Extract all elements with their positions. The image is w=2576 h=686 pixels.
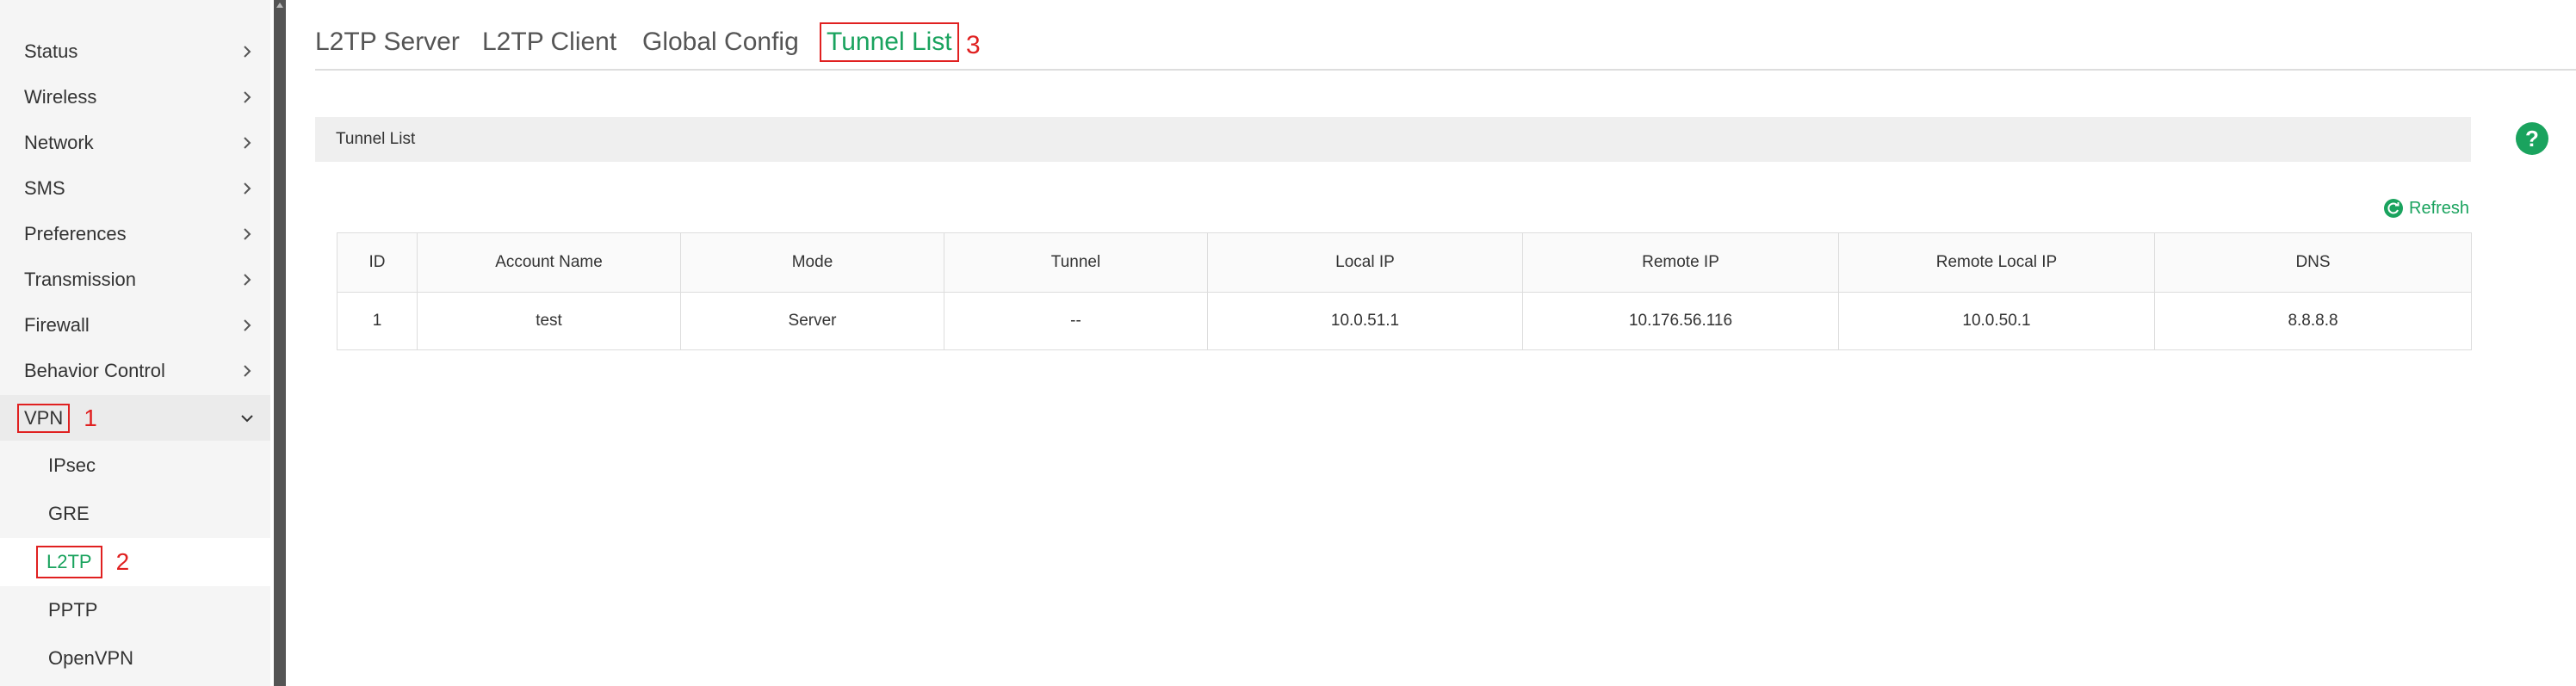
sidebar-scrollbar[interactable]: [274, 0, 286, 686]
table-row: 1 test Server -- 10.0.51.1 10.176.56.116…: [337, 292, 2472, 350]
tab-l2tp-client[interactable]: L2TP Client: [482, 28, 616, 57]
scroll-up-arrow-icon[interactable]: [274, 0, 286, 12]
sidebar-item-label: VPN: [17, 403, 71, 433]
sidebar-subitem-openvpn[interactable]: OpenVPN: [0, 634, 270, 683]
sidebar-subitem-l2tp[interactable]: L2TP 2: [0, 538, 270, 586]
chevron-right-icon: [244, 182, 251, 195]
column-header: Mode: [680, 232, 944, 293]
chevron-right-icon: [244, 90, 251, 103]
column-header: Tunnel: [944, 232, 1208, 293]
sidebar-item-firewall[interactable]: Firewall: [0, 302, 270, 348]
sidebar-item-status[interactable]: Status: [0, 28, 270, 74]
table-cell: 8.8.8.8: [2154, 292, 2472, 350]
sidebar-subitem-label: PPTP: [48, 599, 98, 621]
tab-bar: L2TP Server L2TP Client Global Config Tu…: [315, 19, 2576, 71]
chevron-right-icon: [244, 273, 251, 286]
table-cell: test: [417, 292, 681, 350]
table-cell: 1: [337, 292, 418, 350]
chevron-right-icon: [244, 136, 251, 149]
column-header: DNS: [2154, 232, 2472, 293]
sidebar-item-label: Firewall: [24, 313, 90, 336]
table-cell: 10.0.51.1: [1207, 292, 1523, 350]
chevron-right-icon: [244, 45, 251, 58]
sidebar-subitem-label: GRE: [48, 503, 90, 524]
sidebar-item-preferences[interactable]: Preferences: [0, 211, 270, 256]
chevron-down-icon: [241, 414, 253, 422]
sidebar-item-label: Status: [24, 40, 78, 62]
sidebar-item-label: Behavior Control: [24, 359, 165, 381]
sidebar-item-label: Transmission: [24, 268, 136, 290]
sidebar-item-vpn[interactable]: VPN 1: [0, 395, 270, 441]
column-header: Remote Local IP: [1838, 232, 2155, 293]
table-cell: 10.0.50.1: [1838, 292, 2155, 350]
section-title: Tunnel List: [336, 130, 416, 148]
sidebar-item-transmission[interactable]: Transmission: [0, 256, 270, 302]
sidebar-subitem-label: IPsec: [48, 454, 96, 476]
sidebar-item-sms[interactable]: SMS: [0, 165, 270, 211]
refresh-button[interactable]: Refresh: [2383, 198, 2469, 219]
refresh-label: Refresh: [2409, 198, 2470, 218]
table-header-row: ID Account Name Mode Tunnel Local IP Rem…: [337, 232, 2472, 293]
sidebar-subitem-ipsec[interactable]: IPsec: [0, 442, 270, 490]
annotation-number: 1: [84, 404, 97, 431]
tab-global-config[interactable]: Global Config: [642, 28, 799, 57]
sidebar-item-network[interactable]: Network: [0, 120, 270, 165]
annotation-number: 3: [966, 31, 981, 59]
column-header: Remote IP: [1522, 232, 1839, 293]
table-cell: 10.176.56.116: [1522, 292, 1839, 350]
sidebar-subitem-pptp[interactable]: PPTP: [0, 586, 270, 634]
tab-tunnel-list[interactable]: Tunnel List: [820, 22, 959, 62]
sidebar-item-label: Wireless: [24, 85, 97, 108]
table-cell: Server: [680, 292, 944, 350]
help-icon[interactable]: ?: [2516, 122, 2548, 155]
tab-l2tp-server[interactable]: L2TP Server: [315, 28, 460, 57]
tab-divider: [315, 69, 2576, 71]
sidebar-item-label: Network: [24, 131, 94, 153]
section-header: Tunnel List: [315, 117, 2471, 162]
sidebar-subitem-label: L2TP: [36, 546, 102, 578]
chevron-right-icon: [244, 364, 251, 377]
table-cell: --: [944, 292, 1208, 350]
sidebar-item-behavior-control[interactable]: Behavior Control: [0, 348, 270, 393]
sidebar-item-label: Preferences: [24, 222, 127, 244]
refresh-icon: [2384, 199, 2403, 218]
sidebar-item-wireless[interactable]: Wireless: [0, 74, 270, 120]
annotation-number: 2: [115, 548, 130, 575]
chevron-right-icon: [244, 318, 251, 331]
sidebar-subitem-label: OpenVPN: [48, 647, 134, 669]
column-header: Account Name: [417, 232, 681, 293]
sidebar: Status Wireless Network SMS Preferences …: [0, 0, 270, 686]
column-header: ID: [337, 232, 418, 293]
chevron-right-icon: [244, 227, 251, 240]
sidebar-subitem-gre[interactable]: GRE: [0, 490, 270, 538]
column-header: Local IP: [1207, 232, 1523, 293]
tunnel-table: ID Account Name Mode Tunnel Local IP Rem…: [337, 232, 2472, 350]
sidebar-item-label: SMS: [24, 176, 65, 199]
